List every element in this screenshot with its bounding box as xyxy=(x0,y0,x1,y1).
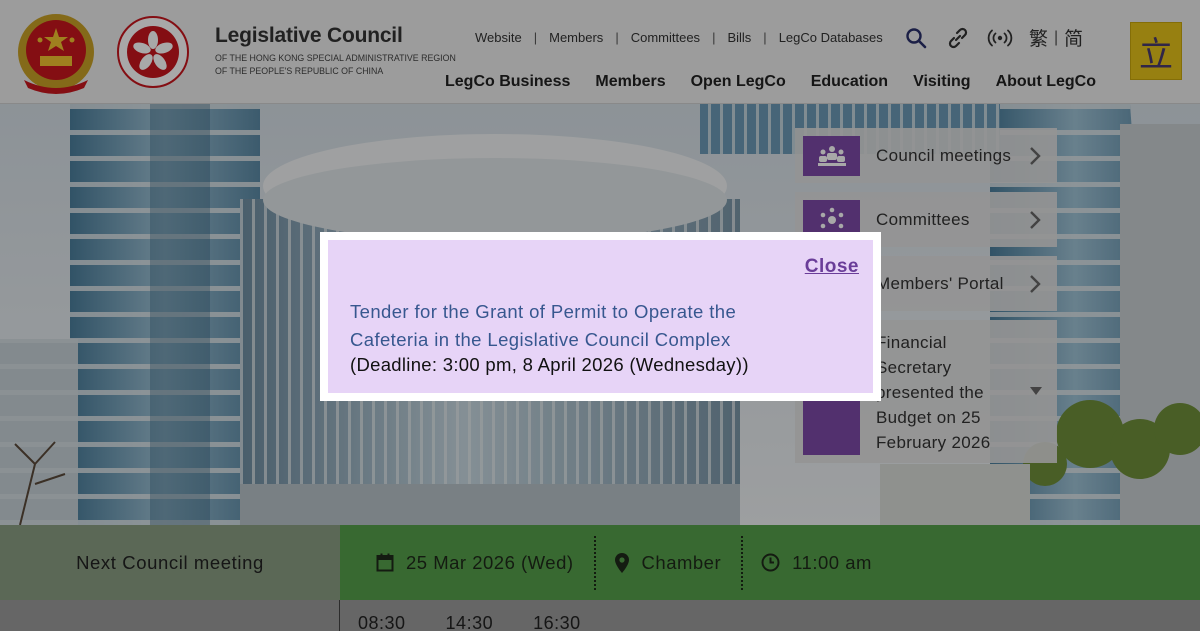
tender-deadline: (Deadline: 3:00 pm, 8 April 2026 (Wednes… xyxy=(350,354,749,375)
announcement-modal: Close Tender for the Grant of Permit to … xyxy=(320,232,881,401)
close-button[interactable]: Close xyxy=(805,256,859,278)
tender-announcement-link[interactable]: Tender for the Grant of Permit to Operat… xyxy=(350,298,820,354)
announcement-modal-body: Close Tender for the Grant of Permit to … xyxy=(328,240,873,393)
